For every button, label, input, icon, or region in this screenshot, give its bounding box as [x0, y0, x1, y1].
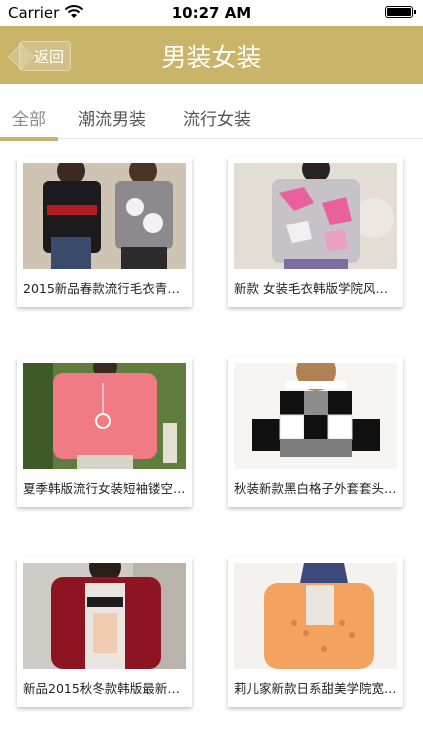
product-card[interactable]: 莉儿家新款日系甜美学院宽… — [228, 557, 403, 707]
product-image — [23, 563, 186, 669]
nav-bar: 返回 男装女装 — [0, 26, 423, 84]
product-card[interactable]: 夏季韩版流行女装短袖镂空… — [17, 357, 192, 507]
product-caption: 莉儿家新款日系甜美学院宽… — [234, 681, 397, 696]
product-grid: 2015新品春款流行毛衣青年… 新款 女装毛衣韩版学院风流… 夏季韩版流行女装短… — [0, 143, 423, 750]
product-image — [234, 363, 397, 469]
product-image — [23, 363, 186, 469]
product-image — [23, 163, 186, 269]
product-card[interactable]: 新款 女装毛衣韩版学院风流… — [228, 157, 403, 307]
battery-icon — [385, 6, 416, 18]
page-title: 男装女装 — [161, 43, 262, 72]
product-image — [234, 563, 397, 669]
category-tabs: 全部 潮流男装 流行女装 — [0, 95, 423, 143]
tab-all[interactable]: 全部 — [12, 105, 46, 130]
tabs-divider — [58, 138, 423, 139]
tab-men-trend[interactable]: 潮流男装 — [78, 105, 146, 130]
product-caption: 秋装新款黑白格子外套套头… — [234, 481, 397, 496]
status-bar: Carrier 10:27 AM — [0, 0, 423, 26]
product-card[interactable]: 新品2015秋冬款韩版最新流… — [17, 557, 192, 707]
product-caption: 新款 女装毛衣韩版学院风流… — [234, 281, 397, 296]
product-caption: 2015新品春款流行毛衣青年… — [23, 281, 186, 296]
product-image — [234, 163, 397, 269]
tab-women-fashion[interactable]: 流行女装 — [183, 105, 251, 130]
product-caption: 夏季韩版流行女装短袖镂空… — [23, 481, 186, 496]
product-card[interactable]: 2015新品春款流行毛衣青年… — [17, 157, 192, 307]
product-card[interactable]: 秋装新款黑白格子外套套头… — [228, 357, 403, 507]
active-tab-indicator — [0, 137, 58, 141]
product-caption: 新品2015秋冬款韩版最新流… — [23, 681, 186, 696]
status-time: 10:27 AM — [171, 4, 252, 22]
